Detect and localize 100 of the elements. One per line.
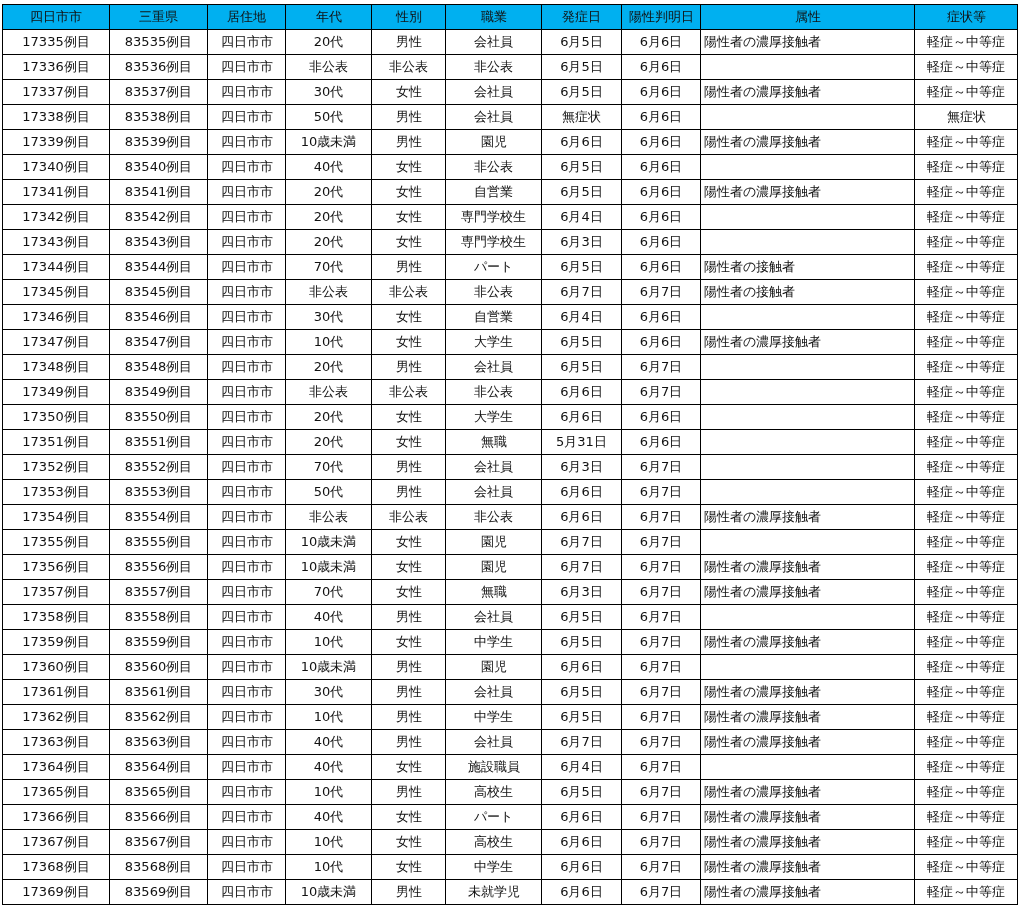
table-cell: 17343例目 [2,229,110,255]
table-cell: 女性 [371,529,446,555]
table-cell: 四日市市 [207,329,286,355]
table-cell: 10歳未満 [285,129,372,155]
table-cell: 四日市市 [207,854,286,880]
table-cell: 男性 [371,729,446,755]
table-cell: 6月5日 [541,179,622,205]
table-cell: 17350例目 [2,404,110,430]
table-cell: 園児 [445,554,542,580]
table-cell: 17369例目 [2,879,110,905]
table-cell: 83547例目 [109,329,208,355]
table-cell: 非公表 [371,54,446,80]
table-cell: 83552例目 [109,454,208,480]
table-cell: 女性 [371,629,446,655]
table-cell: 83540例目 [109,154,208,180]
table-cell: 四日市市 [207,829,286,855]
table-cell: 陽性者の濃厚接触者 [700,179,915,205]
table-cell: 軽症～中等症 [914,679,1018,705]
table-cell: 17336例目 [2,54,110,80]
table-cell: 6月7日 [621,704,701,730]
table-cell: 83538例目 [109,104,208,130]
table-cell: 6月6日 [621,429,701,455]
table-cell: 四日市市 [207,154,286,180]
table-cell: 軽症～中等症 [914,179,1018,205]
table-cell: 6月5日 [541,679,622,705]
table-cell: 70代 [285,579,372,605]
table-cell: 非公表 [285,54,372,80]
table-cell: 軽症～中等症 [914,254,1018,280]
table-cell: 6月3日 [541,454,622,480]
table-cell: 女性 [371,854,446,880]
table-cell: 83550例目 [109,404,208,430]
table-cell: 会社員 [445,679,542,705]
table-cell: 四日市市 [207,454,286,480]
table-cell: 軽症～中等症 [914,804,1018,830]
table-cell: 会社員 [445,29,542,55]
table-cell: パート [445,254,542,280]
table-cell: 自営業 [445,179,542,205]
table-cell: 17342例目 [2,204,110,230]
table-cell: 女性 [371,804,446,830]
table-cell: 男性 [371,779,446,805]
table-cell: 6月7日 [621,629,701,655]
table-cell: 83549例目 [109,379,208,405]
table-cell: パート [445,804,542,830]
table-cell: 陽性者の濃厚接触者 [700,79,915,105]
table-cell: 17345例目 [2,279,110,305]
table-cell: 17361例目 [2,679,110,705]
table-cell: 17363例目 [2,729,110,755]
table-cell: 10歳未満 [285,529,372,555]
table-cell: 17362例目 [2,704,110,730]
table-cell: 四日市市 [207,79,286,105]
table-cell: 軽症～中等症 [914,404,1018,430]
table-cell: 6月7日 [621,829,701,855]
table-cell: 四日市市 [207,279,286,305]
table-cell: 会社員 [445,729,542,755]
table-cell: 83541例目 [109,179,208,205]
table-cell: 男性 [371,604,446,630]
table-cell: 男性 [371,704,446,730]
table-cell: 17365例目 [2,779,110,805]
table-cell: 20代 [285,229,372,255]
table-cell: 園児 [445,529,542,555]
table-cell: 軽症～中等症 [914,429,1018,455]
table-cell: 非公表 [285,379,372,405]
table-cell: 83543例目 [109,229,208,255]
table-cell: 6月6日 [541,879,622,905]
table-cell: 6月6日 [541,479,622,505]
table-cell: 83536例目 [109,54,208,80]
table-cell: 軽症～中等症 [914,879,1018,905]
table-cell: 女性 [371,229,446,255]
table-cell: 83551例目 [109,429,208,455]
table-cell: 17360例目 [2,654,110,680]
table-cell: 男性 [371,654,446,680]
table-cell: 四日市市 [207,704,286,730]
table-cell: 男性 [371,454,446,480]
table-cell: 17351例目 [2,429,110,455]
table-cell: 6月6日 [541,654,622,680]
column-header: 職業 [445,4,542,30]
table-cell: 6月6日 [621,54,701,80]
table-cell: 中学生 [445,629,542,655]
table-cell: 非公表 [445,504,542,530]
table-cell: 17357例目 [2,579,110,605]
table-cell: 17353例目 [2,479,110,505]
table-cell: 男性 [371,354,446,380]
table-cell: 83564例目 [109,754,208,780]
table-cell: 非公表 [445,279,542,305]
table-cell: 四日市市 [207,729,286,755]
table-cell: 17366例目 [2,804,110,830]
table-cell: 軽症～中等症 [914,229,1018,255]
table-cell: 40代 [285,154,372,180]
table-cell: 17341例目 [2,179,110,205]
table-cell: 6月6日 [621,29,701,55]
table-cell: 軽症～中等症 [914,479,1018,505]
table-cell: 6月7日 [621,729,701,755]
table-cell: 会社員 [445,354,542,380]
table-cell: 女性 [371,304,446,330]
table-cell: 軽症～中等症 [914,79,1018,105]
table-cell: 無症状 [541,104,622,130]
table-cell: 会社員 [445,604,542,630]
table-cell: 四日市市 [207,379,286,405]
table-cell: 6月7日 [621,654,701,680]
table-cell: 83539例目 [109,129,208,155]
